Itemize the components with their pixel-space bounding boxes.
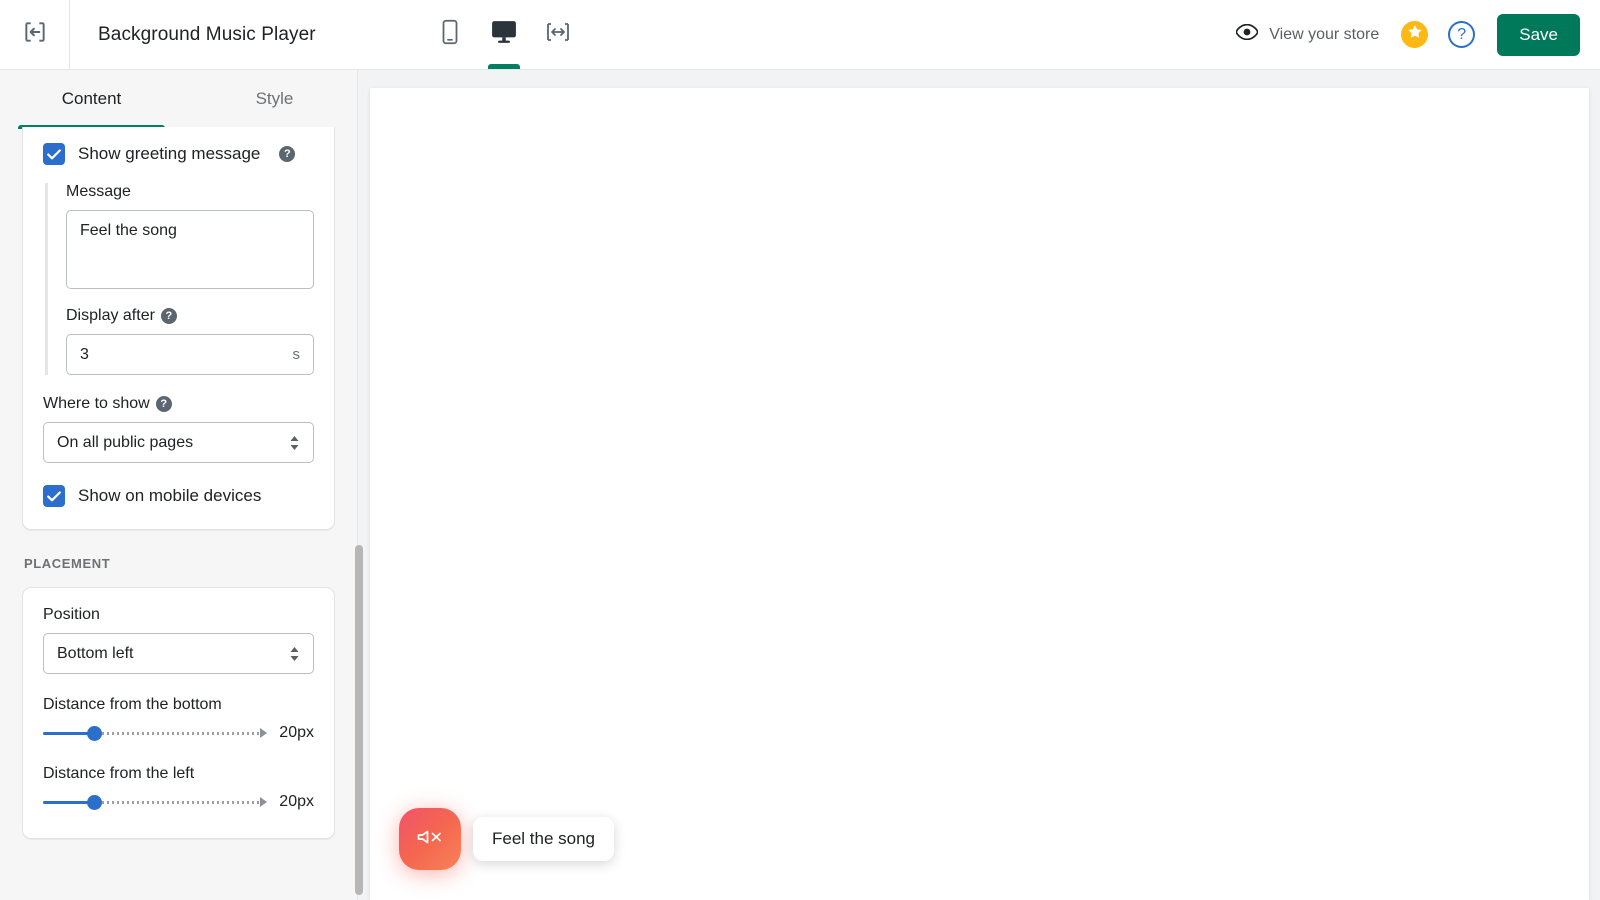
view-store-button[interactable]: View your store xyxy=(1235,23,1380,45)
display-after-suffix: s xyxy=(292,346,301,363)
device-toggle-group xyxy=(431,0,577,69)
distance-bottom-slider-row: 20px xyxy=(43,723,314,743)
show-greeting-help-icon[interactable]: ? xyxy=(279,146,296,162)
panel-tabs: Content Style xyxy=(0,70,357,129)
distance-bottom-label: Distance from the bottom xyxy=(43,696,222,713)
star-badge-button[interactable] xyxy=(1401,21,1429,48)
show-greeting-checkbox[interactable] xyxy=(43,143,65,165)
position-value: Bottom left xyxy=(57,644,134,662)
show-mobile-label: Show on mobile devices xyxy=(78,486,262,505)
star-icon xyxy=(1407,24,1423,45)
show-mobile-checkbox-row[interactable]: Show on mobile devices xyxy=(43,485,314,507)
distance-left-slider-row: 20px xyxy=(43,792,314,812)
desktop-icon xyxy=(491,20,517,49)
display-after-label-row: Display after ? xyxy=(66,307,314,325)
music-player-widget: Feel the song xyxy=(399,808,615,870)
show-greeting-checkbox-row[interactable]: Show greeting message ? xyxy=(43,143,314,165)
show-greeting-label: Show greeting message xyxy=(78,144,261,163)
distance-left-label: Distance from the left xyxy=(43,765,195,782)
where-to-show-label-row: Where to show ? xyxy=(43,395,314,413)
question-mark-icon: ? xyxy=(1457,25,1467,43)
message-label: Message xyxy=(66,183,131,200)
exit-left-arrow-icon xyxy=(22,19,48,50)
where-to-show-value: On all public pages xyxy=(57,433,194,451)
distance-bottom-value: 20px xyxy=(279,724,314,741)
display-after-value: 3 xyxy=(80,345,89,363)
display-after-label: Display after xyxy=(66,307,155,324)
preview-area: Feel the song xyxy=(359,70,1600,900)
device-toggle-mobile[interactable] xyxy=(431,0,469,69)
greeting-subsettings: Message Feel the song Display after ? 3 … xyxy=(45,183,314,375)
display-after-help-icon[interactable]: ? xyxy=(160,308,177,324)
tab-content-label: Content xyxy=(61,88,122,108)
greeting-settings-card: Show greeting message ? Message Feel the… xyxy=(22,127,335,530)
greeting-message-bubble: Feel the song xyxy=(473,817,615,861)
slider-end-arrow-icon xyxy=(260,797,267,807)
speaker-muted-icon xyxy=(415,824,445,855)
placement-section-heading: PLACEMENT xyxy=(24,556,111,571)
back-button[interactable] xyxy=(0,0,70,69)
slider-track-dots-left xyxy=(102,801,260,804)
where-to-show-label: Where to show xyxy=(43,395,150,412)
tab-content[interactable]: Content xyxy=(0,70,183,129)
device-toggle-desktop[interactable] xyxy=(485,0,523,69)
page-title: Background Music Player xyxy=(98,23,316,45)
save-button[interactable]: Save xyxy=(1497,13,1580,56)
slider-thumb-bottom[interactable] xyxy=(87,726,103,741)
settings-panel: Content Style Show greeting message ? Me… xyxy=(0,70,358,900)
distance-bottom-slider[interactable] xyxy=(43,723,267,743)
where-to-show-select[interactable]: On all public pages xyxy=(43,422,314,463)
position-select[interactable]: Bottom left xyxy=(43,633,314,674)
distance-left-slider[interactable] xyxy=(43,792,267,812)
preview-canvas[interactable]: Feel the song xyxy=(370,88,1589,900)
display-after-input[interactable]: 3 s xyxy=(66,334,314,375)
message-textarea[interactable]: Feel the song xyxy=(66,210,314,289)
position-label: Position xyxy=(43,606,100,623)
eye-icon xyxy=(1235,23,1259,45)
chevron-updown-icon xyxy=(289,646,300,662)
panel-scrollbar[interactable] xyxy=(355,545,363,895)
view-store-label: View your store xyxy=(1269,25,1380,43)
music-player-button[interactable] xyxy=(399,808,461,870)
show-mobile-checkbox[interactable] xyxy=(43,485,65,507)
tab-style-label: Style xyxy=(255,88,294,108)
panel-scroll-container[interactable]: Show greeting message ? Message Feel the… xyxy=(0,127,357,900)
expand-horizontal-icon xyxy=(546,20,570,49)
slider-thumb-left[interactable] xyxy=(87,795,103,810)
chevron-updown-icon xyxy=(289,435,300,451)
slider-end-arrow-icon xyxy=(260,728,267,738)
placement-settings-card: Position Bottom left Distance from the b… xyxy=(22,587,335,839)
distance-left-value: 20px xyxy=(279,793,314,810)
where-to-show-help-icon[interactable]: ? xyxy=(155,396,172,412)
top-bar-actions: View your store ? Save xyxy=(1235,13,1600,56)
slider-track-dots-bottom xyxy=(102,732,260,735)
tab-style[interactable]: Style xyxy=(183,70,357,127)
mobile-icon xyxy=(440,19,460,50)
help-button[interactable]: ? xyxy=(1448,21,1476,48)
device-toggle-fullwidth[interactable] xyxy=(539,0,577,69)
top-bar: Background Music Player View your store … xyxy=(0,0,1600,70)
